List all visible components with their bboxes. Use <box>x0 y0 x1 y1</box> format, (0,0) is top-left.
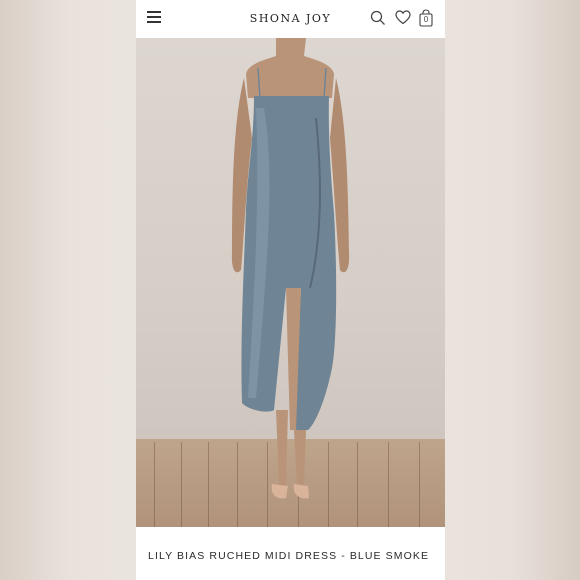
bag-count: 0 <box>423 15 429 24</box>
search-icon[interactable] <box>370 10 386 26</box>
product-title: LILY BIAS RUCHED MIDI DRESS - BLUE SMOKE <box>148 550 430 562</box>
heart-icon[interactable] <box>395 10 411 25</box>
top-navigation-bar: SHONA JOY 0 <box>136 0 445 38</box>
product-image[interactable] <box>136 38 445 527</box>
phone-screen: SHONA JOY 0 LILY BIAS RUCHED MIDI DRESS … <box>136 0 445 580</box>
bag-button[interactable]: 0 <box>419 9 433 27</box>
model-figure <box>231 38 350 499</box>
